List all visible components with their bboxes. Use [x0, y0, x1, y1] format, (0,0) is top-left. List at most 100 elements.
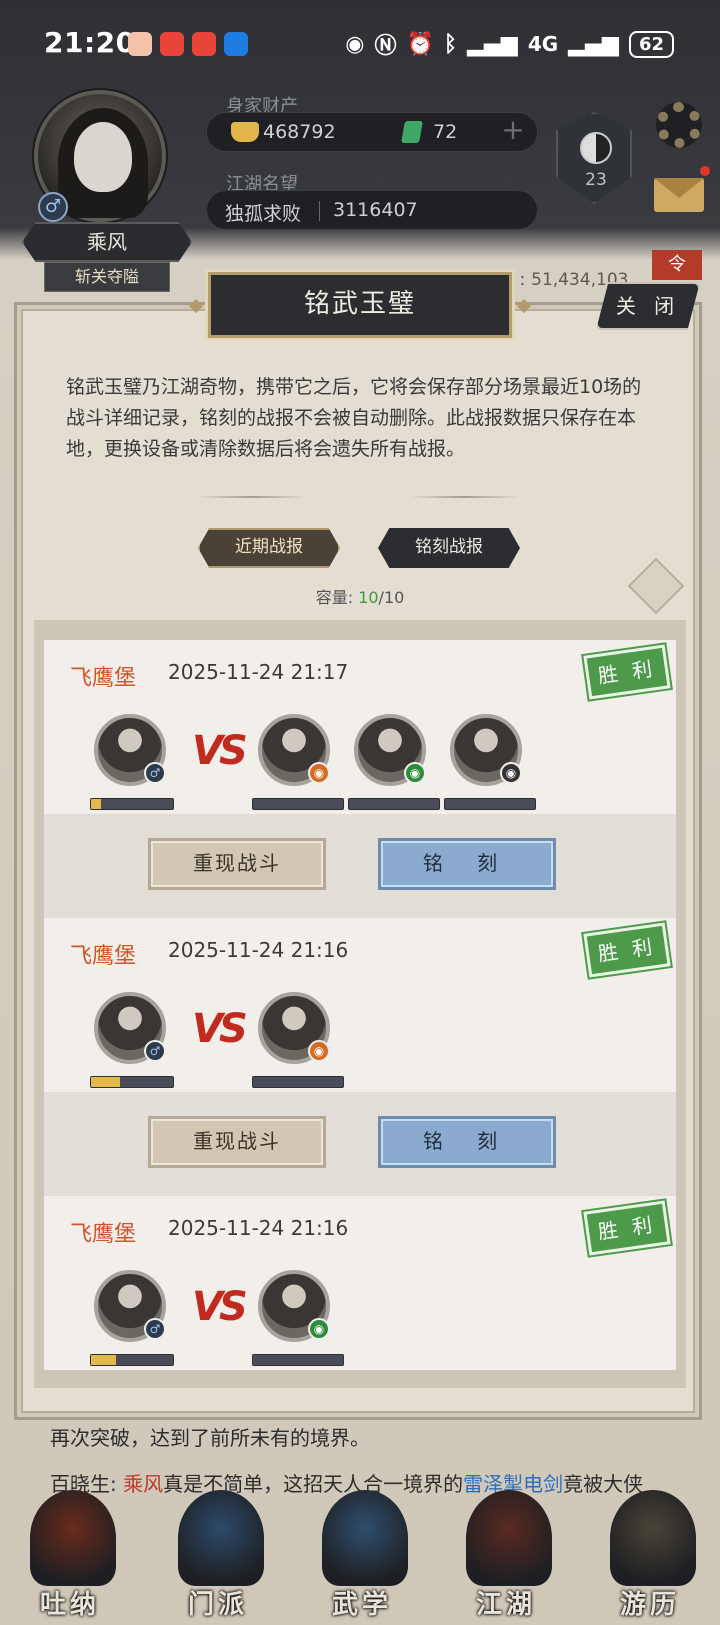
nfc-icon: Ⓝ	[374, 34, 397, 59]
yinyang-icon	[580, 132, 612, 164]
battle-location: 飞鹰堡	[70, 944, 137, 969]
alarm-icon: ⏰	[406, 31, 434, 57]
battle-card-header: 飞鹰堡 2025-11-24 21:17 胜 利 ♂ VS ◉ ◉ ◉	[44, 640, 676, 814]
replay-battle-button[interactable]: 重现战斗	[148, 838, 326, 890]
gold-amount: 468792	[263, 121, 336, 143]
status-indicators: ◉ Ⓝ ⏰ ᛒ ▂▄▆ 4G ▂▄▆ 62	[345, 28, 674, 60]
app-notification-icon	[160, 32, 184, 56]
battle-datetime: 2025-11-24 21:17	[168, 660, 349, 684]
versus-icon: VS	[192, 1006, 248, 1052]
gender-male-icon: ♂	[38, 192, 68, 222]
settings-gear-icon[interactable]	[656, 102, 702, 148]
player-portrait[interactable]: ♂	[94, 992, 166, 1064]
opponent-hp-bar	[444, 798, 536, 810]
status-time: 21:20	[44, 26, 136, 59]
close-button[interactable]: 关 闭	[596, 282, 700, 330]
signal-icon: ▂▄▆	[467, 31, 518, 57]
victory-stamp: 胜 利	[583, 1200, 671, 1256]
opponent-hp-bar	[252, 1076, 344, 1088]
gender-male-icon: ♂	[144, 1040, 166, 1062]
victory-stamp: 胜 利	[583, 644, 671, 700]
capacity: 容量: 10/10	[0, 584, 720, 608]
gender-male-icon: ♂	[144, 1318, 166, 1340]
gold-ingot-icon	[231, 122, 259, 142]
capacity-total: /10	[378, 588, 405, 607]
nav-item-jianghu[interactable]: 江湖	[446, 1480, 566, 1625]
nav-label: 武学	[331, 1590, 392, 1620]
avatar-mask	[74, 122, 132, 192]
nav-label: 游历	[619, 1590, 680, 1620]
opponent-hp-bar	[348, 798, 440, 810]
divider	[319, 201, 320, 221]
victory-stamp: 胜 利	[583, 922, 671, 978]
log-line: 再次突破，达到了前所未有的境界。	[50, 1422, 370, 1451]
modal-title: 铭武玉璧	[208, 272, 512, 338]
battle-location: 飞鹰堡	[70, 1222, 137, 1247]
scroll-book-icon	[322, 1490, 408, 1586]
opponent-hp-bar	[252, 798, 344, 810]
background-red-tab[interactable]: 令	[652, 250, 702, 280]
add-currency-button[interactable]: +	[499, 116, 527, 145]
player-hp-bar	[90, 1076, 174, 1088]
log-text: 再次突破，达到了前所未有的境界。	[50, 1426, 370, 1450]
metal-element-icon: ◉	[500, 762, 522, 784]
hp-fill	[91, 799, 101, 809]
nav-label: 江湖	[475, 1590, 536, 1620]
nav-label: 门派	[187, 1590, 248, 1620]
jade-icon	[401, 121, 423, 143]
engrave-button[interactable]: 铭 刻	[378, 1116, 556, 1168]
fame-title: 独孤求败	[225, 203, 302, 225]
network-type: 4G	[527, 32, 559, 56]
bottom-navigation: 吐纳 门派 武学 江湖 游历	[0, 1480, 720, 1625]
tab-recent-reports[interactable]: 近期战报	[198, 528, 340, 568]
nav-item-travel[interactable]: 游历	[590, 1480, 710, 1625]
app-notification-icon	[224, 32, 248, 56]
jianghu-icon	[466, 1490, 552, 1586]
bluetooth-icon: ᛒ	[443, 31, 458, 57]
capacity-used: 10	[358, 588, 379, 607]
mail-icon[interactable]	[654, 178, 704, 212]
fame-value: 3116407	[333, 199, 418, 221]
rank-badge[interactable]: 23	[556, 112, 632, 204]
opponent-portrait[interactable]: ◉	[354, 714, 426, 786]
nav-item-sect[interactable]: 门派	[158, 1480, 278, 1625]
player-hp-bar	[90, 798, 174, 810]
battle-card-actions: 重现战斗 铭 刻	[44, 814, 676, 918]
eye-icon: ◉	[345, 31, 365, 57]
battle-card: 飞鹰堡 2025-11-24 21:16 胜 利 ♂ VS ◉	[44, 1196, 676, 1370]
mail-notification-dot	[700, 166, 710, 176]
opponent-portrait[interactable]: ◉	[450, 714, 522, 786]
status-bar: 21:20 ◉ Ⓝ ⏰ ᛒ ▂▄▆ 4G ▂▄▆ 62	[0, 0, 720, 88]
fire-element-icon: ◉	[308, 1040, 330, 1062]
opponent-portrait[interactable]: ◉	[258, 714, 330, 786]
player-name: 乘风	[22, 222, 192, 262]
battle-card: 飞鹰堡 2025-11-24 21:17 胜 利 ♂ VS ◉ ◉ ◉ 重现战斗…	[44, 640, 676, 918]
battle-card-header: 飞鹰堡 2025-11-24 21:16 胜 利 ♂ VS ◉	[44, 1196, 676, 1370]
gender-male-icon: ♂	[144, 762, 166, 784]
horse-icon	[610, 1490, 696, 1586]
nav-item-breathing[interactable]: 吐纳	[10, 1480, 130, 1625]
battle-datetime: 2025-11-24 21:16	[168, 1216, 349, 1240]
wood-element-icon: ◉	[404, 762, 426, 784]
divider	[410, 496, 520, 498]
battle-card: 飞鹰堡 2025-11-24 21:16 胜 利 ♂ VS ◉ 重现战斗 铭 刻	[44, 918, 676, 1196]
hp-fill	[91, 1355, 116, 1365]
opponent-portrait[interactable]: ◉	[258, 992, 330, 1064]
player-hp-bar	[90, 1354, 174, 1366]
battle-datetime: 2025-11-24 21:16	[168, 938, 349, 962]
rank-level: 23	[585, 170, 607, 190]
replay-battle-button[interactable]: 重现战斗	[148, 1116, 326, 1168]
player-portrait[interactable]: ♂	[94, 714, 166, 786]
opponent-portrait[interactable]: ◉	[258, 1270, 330, 1342]
wealth-bar: 468792 72 +	[206, 112, 538, 152]
player-portrait[interactable]: ♂	[94, 1270, 166, 1342]
nav-item-martial-arts[interactable]: 武学	[302, 1480, 422, 1625]
hp-fill	[91, 1077, 120, 1087]
meditation-icon	[30, 1490, 116, 1586]
opponent-hp-bar	[252, 1354, 344, 1366]
battery-level: 62	[628, 30, 674, 58]
wood-element-icon: ◉	[308, 1318, 330, 1340]
tab-engraved-reports[interactable]: 铭刻战报	[378, 528, 520, 568]
engrave-button[interactable]: 铭 刻	[378, 838, 556, 890]
versus-icon: VS	[192, 728, 248, 774]
